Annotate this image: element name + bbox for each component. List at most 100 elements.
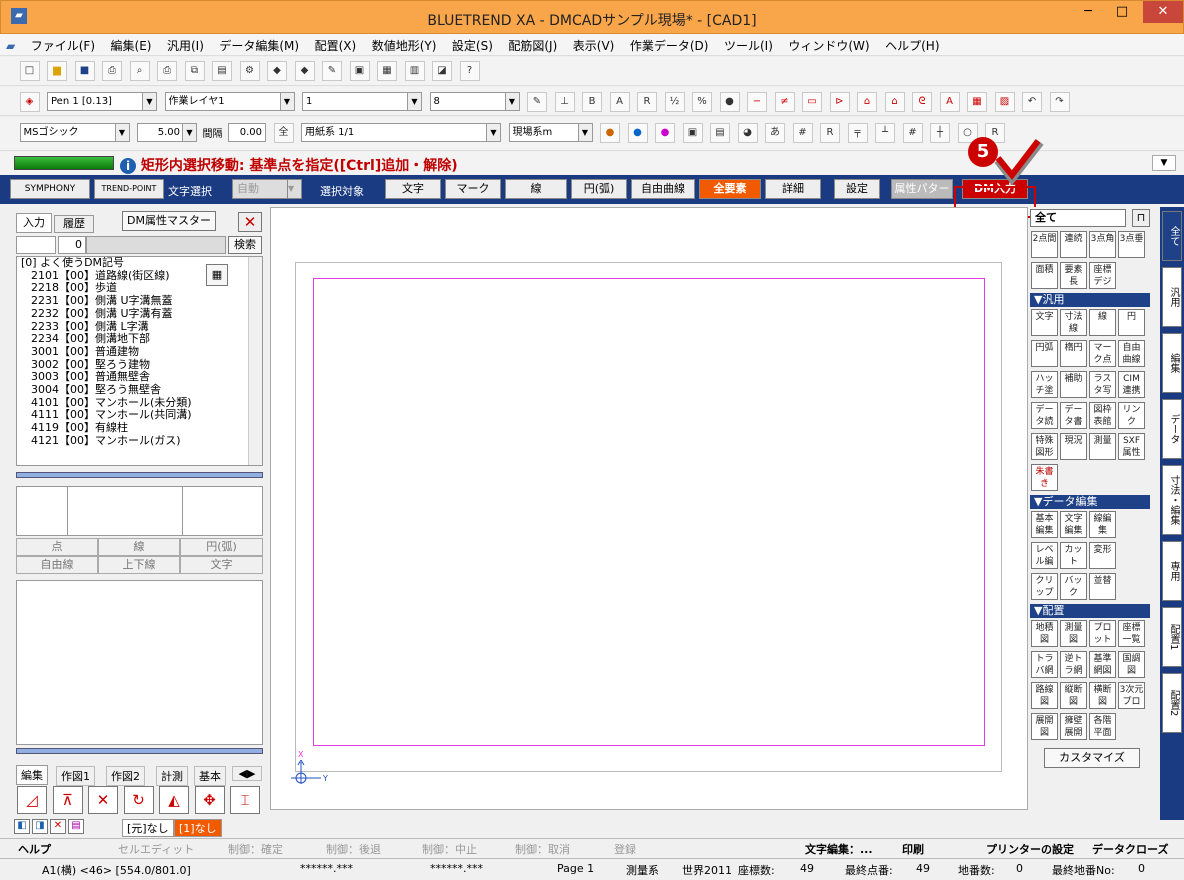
target-curve-button[interactable]: 自由曲線 — [631, 179, 695, 199]
list-item[interactable]: 3001【00】普通建物 — [17, 345, 262, 359]
trendpoint-logo[interactable]: TREND-POINT — [94, 179, 164, 199]
pencil-icon[interactable]: ✎ — [527, 91, 547, 112]
layer-icon[interactable]: ◆ — [267, 61, 287, 81]
symphony-logo[interactable]: SYMPHONY — [10, 179, 90, 199]
fkey-back[interactable]: 制御：後退 — [326, 841, 381, 857]
section-place[interactable]: ▼配置 — [1030, 604, 1150, 618]
hash-icon[interactable]: # — [792, 122, 813, 143]
new-file-icon[interactable]: □ — [19, 61, 40, 81]
redo-icon[interactable]: ↷ — [1049, 91, 1070, 112]
tool-2pt[interactable]: 2点間 — [1031, 231, 1058, 258]
tool-coord-list[interactable]: 座標一覧 — [1118, 620, 1145, 647]
fkey-confirm[interactable]: 制御：確定 — [228, 841, 283, 857]
tool-coord-digit[interactable]: 座標デジ — [1089, 262, 1116, 289]
font-size-select[interactable]: 5.00 ▼ — [137, 123, 197, 142]
target-mark-button[interactable]: マーク — [445, 179, 501, 199]
menu-place[interactable]: 配置(X) — [309, 34, 363, 57]
print-icon[interactable]: ⎙ — [157, 61, 177, 81]
snap2-icon[interactable]: ┴ — [875, 122, 895, 143]
window-icon[interactable]: ▤ — [710, 122, 730, 143]
chevron-down-icon[interactable]: ▼ — [1152, 155, 1176, 171]
tool-sxf[interactable]: SXF属性 — [1118, 433, 1145, 460]
coord-select[interactable]: 現場系m ▼ — [508, 123, 593, 142]
search-button[interactable]: 検索 — [228, 236, 262, 254]
help-pointer-icon[interactable]: ? — [459, 61, 480, 81]
paste-icon[interactable]: ▤ — [212, 61, 232, 81]
drawing-canvas[interactable]: X Y — [270, 207, 1028, 810]
list-item[interactable]: 2232【00】側溝 U字溝有蓋 — [17, 307, 262, 321]
save-icon[interactable]: ■ — [74, 61, 95, 81]
tool-survey-map[interactable]: 測量図 — [1060, 620, 1087, 647]
vtab-place2[interactable]: 配置2 — [1162, 673, 1182, 733]
tool-text-edit[interactable]: 文字編集 — [1060, 511, 1087, 538]
fkey-cancel[interactable]: 制御：取消 — [515, 841, 570, 857]
fkey-print[interactable]: 印刷 — [902, 841, 924, 857]
tool-reorder[interactable]: 並替 — [1089, 573, 1116, 600]
vtab-edit[interactable]: 編集 — [1162, 333, 1182, 393]
vtab-general[interactable]: 汎用 — [1162, 267, 1182, 327]
type-updown[interactable]: 上下線 — [98, 556, 180, 574]
tool-3d-plot[interactable]: 3次元プロット — [1118, 682, 1145, 709]
menu-tools[interactable]: ツール(I) — [718, 34, 779, 57]
menu-view[interactable]: 表示(V) — [567, 34, 621, 57]
menu-general[interactable]: 汎用(I) — [161, 34, 210, 57]
snap1-icon[interactable]: ╤ — [847, 122, 868, 143]
auto-select[interactable]: 自動 ▼ — [232, 179, 302, 199]
spacing-input[interactable]: 0.00 — [228, 123, 266, 142]
section-data-edit[interactable]: ▼データ編集 — [1030, 495, 1150, 509]
size-select[interactable]: 8 ▼ — [429, 92, 520, 111]
tool-back[interactable]: バック — [1060, 573, 1087, 600]
qr-icon[interactable]: ▦ — [206, 264, 228, 286]
type-freeline[interactable]: 自由線 — [16, 556, 98, 574]
layer-current[interactable]: [1]なし — [174, 819, 222, 837]
pin-icon[interactable]: ⊓ — [1132, 209, 1150, 227]
tool-level-edit[interactable]: レベル編集 — [1031, 542, 1058, 569]
code-input[interactable] — [16, 236, 56, 254]
vtab-all[interactable]: 全て — [1162, 211, 1182, 261]
view-icon[interactable]: ▥ — [404, 61, 425, 81]
customize-button[interactable]: カスタマイズ — [1044, 748, 1140, 768]
font-select[interactable]: MSゴシック ▼ — [19, 123, 130, 142]
tool-circle[interactable]: 円 — [1118, 309, 1145, 336]
dm-master-button[interactable]: DM属性マスター — [122, 211, 216, 231]
copy-icon[interactable]: ⧉ — [184, 61, 205, 81]
rotate-icon[interactable]: ↻ — [123, 786, 154, 814]
tool-retaining-wall[interactable]: 擁壁展開 — [1060, 713, 1087, 740]
open-folder-icon[interactable]: ▆ — [47, 61, 67, 81]
tool-development[interactable]: 展開図 — [1031, 713, 1058, 740]
tab-measure[interactable]: 計測 — [156, 766, 188, 786]
tool-data-read[interactable]: データ読込 — [1031, 402, 1058, 429]
fkey-register[interactable]: 登録 — [614, 841, 636, 857]
tool-continuous[interactable]: 連続 — [1060, 231, 1087, 258]
fkey-close[interactable]: データクローズ — [1092, 841, 1168, 857]
tool-frame[interactable]: 図枠表館 — [1089, 402, 1116, 429]
category-select[interactable]: 全て — [1030, 209, 1126, 227]
house2-icon[interactable]: ⌂ — [884, 91, 905, 112]
zoom-icon[interactable]: ⌕ — [129, 61, 150, 81]
menu-data-edit[interactable]: データ編集(M) — [213, 34, 305, 57]
fkey-cell-edit[interactable]: セルエディット — [118, 841, 194, 857]
text-b-icon[interactable]: R — [637, 91, 657, 112]
list-item[interactable]: 3004【00】堅ろう無壁舎 — [17, 383, 262, 397]
tool-length[interactable]: 要素長 — [1060, 262, 1087, 289]
tab-scroll-arrows[interactable]: ◀▶ — [232, 766, 262, 781]
rect-icon[interactable]: ▭ — [802, 91, 822, 112]
line-icon[interactable]: − — [747, 91, 767, 112]
all-button[interactable]: 全 — [273, 122, 294, 143]
tab-draw2[interactable]: 作図2 — [106, 766, 145, 786]
target-all-button[interactable]: 全要素 — [699, 179, 761, 199]
tool-3pt-angle[interactable]: 3点角 — [1089, 231, 1116, 258]
layer-icon-4[interactable]: ▤ — [68, 819, 84, 834]
help-key[interactable]: ヘルプ — [18, 841, 51, 857]
linetype-select[interactable]: 1 ▼ — [302, 92, 422, 111]
fraction-icon[interactable]: ½ — [664, 91, 685, 112]
layer-icon-1[interactable]: ◧ — [14, 819, 30, 834]
type-arc[interactable]: 円(弧) — [180, 538, 263, 556]
type-point[interactable]: 点 — [16, 538, 98, 556]
color2-icon[interactable]: ● — [627, 122, 648, 143]
menu-terrain[interactable]: 数値地形(Y) — [366, 34, 443, 57]
tool-mark-point[interactable]: マーク点 — [1089, 340, 1116, 367]
tool-special[interactable]: 特殊図形 — [1031, 433, 1058, 460]
tool-arc[interactable]: 円弧 — [1031, 340, 1058, 367]
eraser-icon[interactable]: ◈ — [19, 91, 40, 112]
